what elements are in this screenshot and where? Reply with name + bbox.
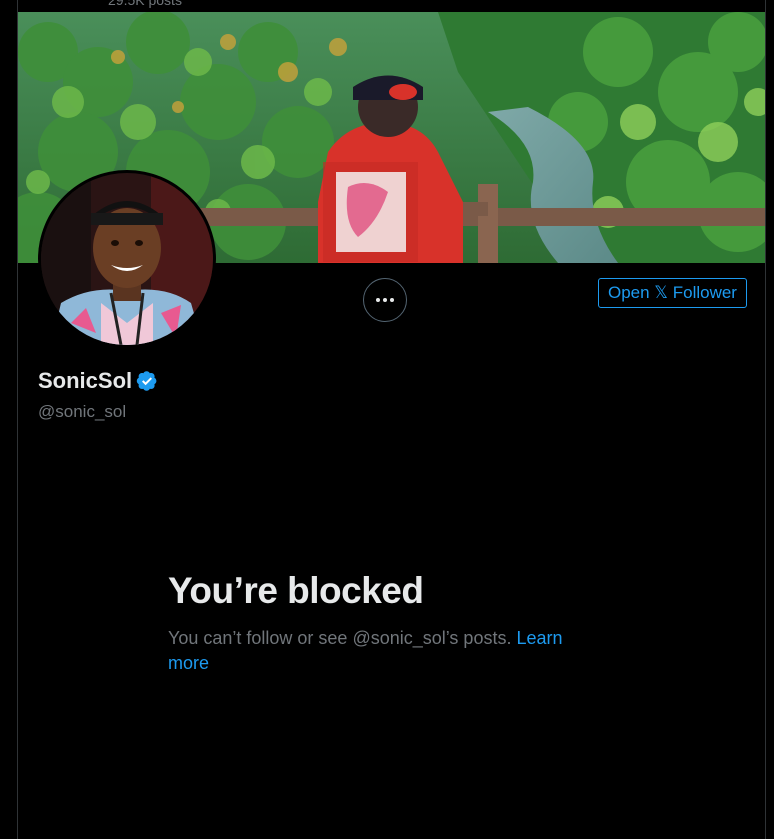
blocked-message-text: You can’t follow or see @sonic_sol’s pos… — [168, 628, 512, 648]
profile-handle: @sonic_sol — [38, 402, 127, 421]
more-options-button[interactable] — [363, 278, 407, 322]
blocked-message: You can’t follow or see @sonic_sol’s pos… — [168, 626, 608, 676]
open-x-follower-button[interactable]: Open 𝕏 Follower — [598, 278, 747, 308]
display-name: SonicSol — [38, 368, 133, 393]
verified-badge-icon[interactable] — [136, 370, 158, 392]
blocked-title: You’re blocked — [168, 570, 424, 611]
avatar-image — [41, 173, 213, 345]
post-count: 29.5K posts — [108, 0, 182, 8]
profile-name: SonicSol — [38, 368, 158, 394]
profile-column: 29.5K posts Open 𝕏 Follower SonicSol @so… — [17, 0, 766, 839]
profile-avatar[interactable] — [38, 170, 216, 348]
more-horizontal-icon — [376, 298, 394, 302]
